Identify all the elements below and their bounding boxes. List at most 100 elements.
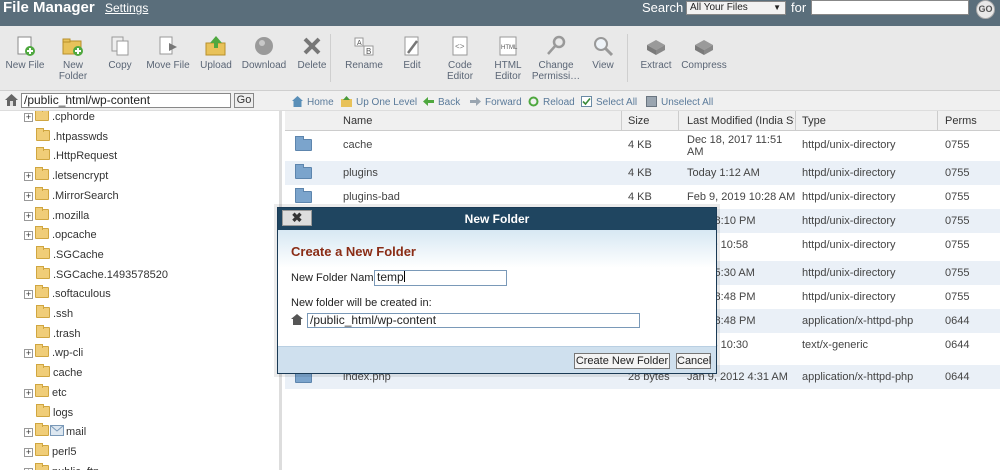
table-row[interactable]: cache 4 KB Dec 18, 2017 11:51 AM httpd/unix…	[285, 133, 1000, 161]
back-arrow-icon	[423, 97, 434, 106]
expand-icon[interactable]: +	[24, 191, 33, 201]
tree-item[interactable]: + mail	[24, 423, 86, 443]
folder-name-input[interactable]: temp	[374, 270, 507, 286]
tree-item[interactable]: logs	[36, 403, 73, 424]
table-header: Name Size Last Modified (India Stan Type…	[285, 111, 1000, 131]
forward-arrow-icon	[470, 97, 481, 106]
search-scope-value: All Your Files	[690, 2, 748, 13]
nav-forward[interactable]: Forward	[470, 96, 522, 108]
table-row[interactable]: plugins 4 KB Today 1:12 AM httpd/unix-direc…	[285, 161, 1000, 185]
cell-perms: 0755	[945, 167, 970, 179]
cancel-button[interactable]: Cancel	[676, 353, 711, 369]
settings-link[interactable]: Settings	[105, 1, 148, 15]
expand-icon[interactable]: +	[24, 231, 33, 241]
folder-icon	[35, 206, 49, 220]
nav-reload[interactable]: Reload	[528, 96, 575, 108]
expand-icon[interactable]: +	[24, 447, 33, 457]
folder-icon	[35, 167, 49, 181]
delete-icon	[284, 35, 340, 57]
tree-item[interactable]: + .cphorde	[24, 111, 95, 128]
location-input[interactable]: /public_html/wp-content	[307, 313, 640, 328]
dialog-title-bar: New Folder	[278, 208, 716, 230]
nav-up-label: Up One Level	[356, 97, 418, 108]
search-scope-select[interactable]: All Your Files ▼	[686, 1, 786, 15]
search-input[interactable]	[811, 0, 969, 15]
expand-icon[interactable]: +	[24, 211, 33, 221]
search-go-button[interactable]: GO	[976, 0, 995, 19]
dialog-body: Create a New Folder New Folder Name: tem…	[278, 230, 716, 346]
header-type[interactable]: Type	[802, 115, 902, 127]
search-label: Search	[642, 0, 684, 15]
svg-text:HTML: HTML	[501, 45, 518, 51]
nav-up-one-level[interactable]: Up One Level	[341, 96, 417, 108]
tree-item[interactable]: cache	[36, 364, 82, 384]
tree-item-label: .mozilla	[52, 209, 90, 222]
toolbar-button-label: Delete	[297, 60, 327, 71]
folder-name-label: New Folder Name:	[291, 272, 383, 284]
cell-modified: Feb 9, 2019 10:28 AM	[687, 191, 795, 203]
toolbar-delete-button[interactable]: Delete	[284, 35, 340, 71]
tree-item[interactable]: .trash	[36, 324, 81, 345]
header-perms[interactable]: Perms	[945, 115, 995, 127]
tree-item-label: public_ftp	[52, 466, 99, 470]
tree-item[interactable]: + .MirrorSearch	[24, 186, 119, 207]
cell-perms: 0755	[945, 267, 970, 279]
tree-item[interactable]: + .mozilla	[24, 206, 90, 227]
cell-type: httpd/unix-directory	[802, 239, 896, 251]
cell-size: 4 KB	[628, 191, 652, 203]
tree-item[interactable]: + .letsencrypt	[24, 167, 108, 187]
expand-icon[interactable]: +	[24, 113, 33, 122]
tree-item[interactable]: + .softaculous	[24, 285, 111, 305]
home-icon	[292, 96, 303, 107]
cell-perms: 0755	[945, 139, 970, 151]
header-size[interactable]: Size	[628, 115, 678, 127]
tree-item[interactable]: + .wp-cli	[24, 344, 83, 364]
top-bar: File Manager Settings Search All Your Fi…	[0, 0, 1000, 26]
tree-item[interactable]: .SGCache.1493578520	[36, 265, 168, 286]
toolbar-button-label: View	[592, 60, 614, 71]
path-input[interactable]: /public_html/wp-content	[21, 93, 231, 108]
tree-item[interactable]: + perl5	[24, 442, 76, 463]
table-row[interactable]: plugins-bad 4 KB Feb 9, 2019 10:28 AM httpd…	[285, 185, 1000, 209]
path-go-button[interactable]: Go	[234, 93, 254, 108]
cell-name: plugins-bad	[343, 191, 400, 203]
tree-item[interactable]: .SGCache	[36, 245, 104, 266]
tree-item[interactable]: +public_ftp	[24, 462, 99, 470]
dialog-heading: Create a New Folder	[291, 244, 416, 259]
tree-item-label: .ssh	[53, 308, 74, 320]
header-name[interactable]: Name	[343, 115, 403, 127]
expand-icon[interactable]: +	[24, 388, 33, 398]
cell-name: cache	[343, 139, 373, 151]
tree-item[interactable]: .htpasswds	[36, 127, 108, 148]
cell-size: 4 KB	[628, 167, 652, 179]
toolbar-view-button[interactable]: View	[575, 35, 631, 71]
tree-item-label: .softaculous	[52, 288, 111, 301]
cell-type: httpd/unix-directory	[802, 167, 896, 179]
tree-item[interactable]: .ssh	[36, 305, 74, 325]
tree-item[interactable]: + etc	[24, 383, 67, 404]
view-icon	[575, 35, 631, 57]
nav-unselect-all[interactable]: Unselect All	[646, 96, 713, 108]
expand-icon[interactable]: +	[24, 349, 33, 359]
expand-icon[interactable]: +	[24, 290, 33, 300]
close-icon[interactable]: ✖	[282, 210, 312, 226]
header-last-modified[interactable]: Last Modified (India Stan	[687, 115, 794, 127]
nav-select-all[interactable]: Select All	[581, 96, 637, 108]
folder-tree: + .cphorde .htpasswds .HttpRequest + .letsenc…	[0, 111, 282, 470]
expand-icon[interactable]: +	[24, 428, 33, 438]
folder-icon	[36, 324, 50, 338]
nav-back[interactable]: Back	[423, 96, 460, 108]
cell-name: plugins	[343, 167, 378, 179]
folder-icon	[36, 245, 50, 259]
nav-home[interactable]: Home	[292, 96, 334, 108]
expand-icon[interactable]: +	[24, 172, 33, 182]
cell-type: application/x-httpd-php	[802, 315, 914, 327]
dialog-footer: Create New Folder Cancel	[278, 346, 716, 373]
create-new-folder-button[interactable]: Create New Folder	[574, 353, 670, 369]
cell-type: httpd/unix-directory	[802, 139, 896, 151]
tree-item[interactable]: .HttpRequest	[36, 147, 117, 167]
tree-item[interactable]: + .opcache	[24, 226, 97, 246]
cell-perms: 0644	[945, 315, 970, 327]
toolbar-compress-button[interactable]: Compress	[676, 35, 732, 71]
folder-icon	[295, 188, 312, 203]
